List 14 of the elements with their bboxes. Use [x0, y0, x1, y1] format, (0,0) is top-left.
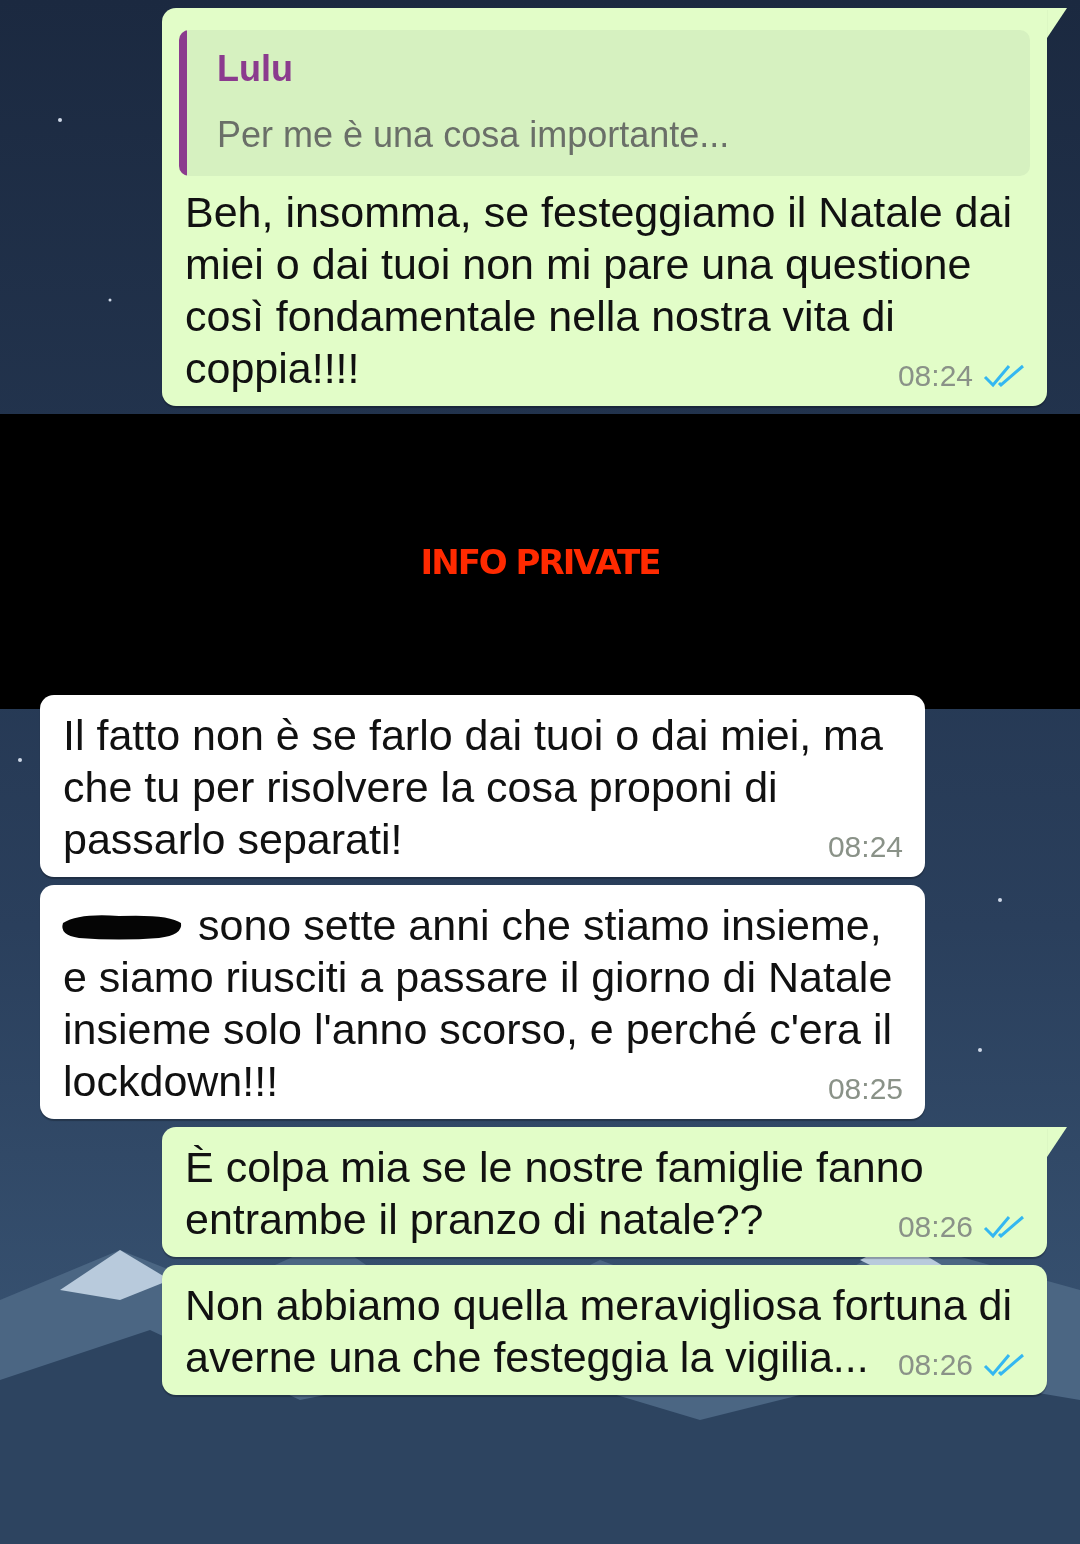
message-time: 08:26	[897, 1209, 973, 1245]
quote-author: Lulu	[217, 48, 294, 90]
message-time: 08:24	[827, 829, 903, 865]
quote-text: Per me è una cosa importante...	[217, 114, 730, 156]
message-text: Il fatto non è se farlo dai tuoi o dai miei, ma che tu per risolvere la cosa proponi di passarlo separati! 08:24	[63, 709, 903, 865]
message-text: Beh, insomma, se festeggiamo il Natale dai miei o dai tuoi non mi pare una questione così fondamentale nella nostra vita di coppia!!!! 08:24	[185, 186, 1025, 394]
message-time: 08:26	[897, 1347, 973, 1383]
message-time: 08:25	[826, 1071, 903, 1107]
message-text: Non abbiamo quella meravigliosa fortuna di averne una che festeggia la vigilia... 08:26	[185, 1279, 1025, 1383]
message-text: sono sette anni che stiamo insieme, e siamo riusciti a passare il giorno di Natale insieme solo l'anno scorso, e perché c'era il lockdown!!! 08:25	[63, 899, 903, 1107]
message-text: È colpa mia se le nostre famiglie fanno entrambe il pranzo di natale?? 08:26	[185, 1141, 1025, 1245]
message-time: 08:24	[897, 358, 973, 394]
redaction-label: INFO PRIVATE	[420, 541, 660, 582]
quoted-message[interactable]: Lulu Per me è una cosa importante...	[179, 30, 1030, 176]
